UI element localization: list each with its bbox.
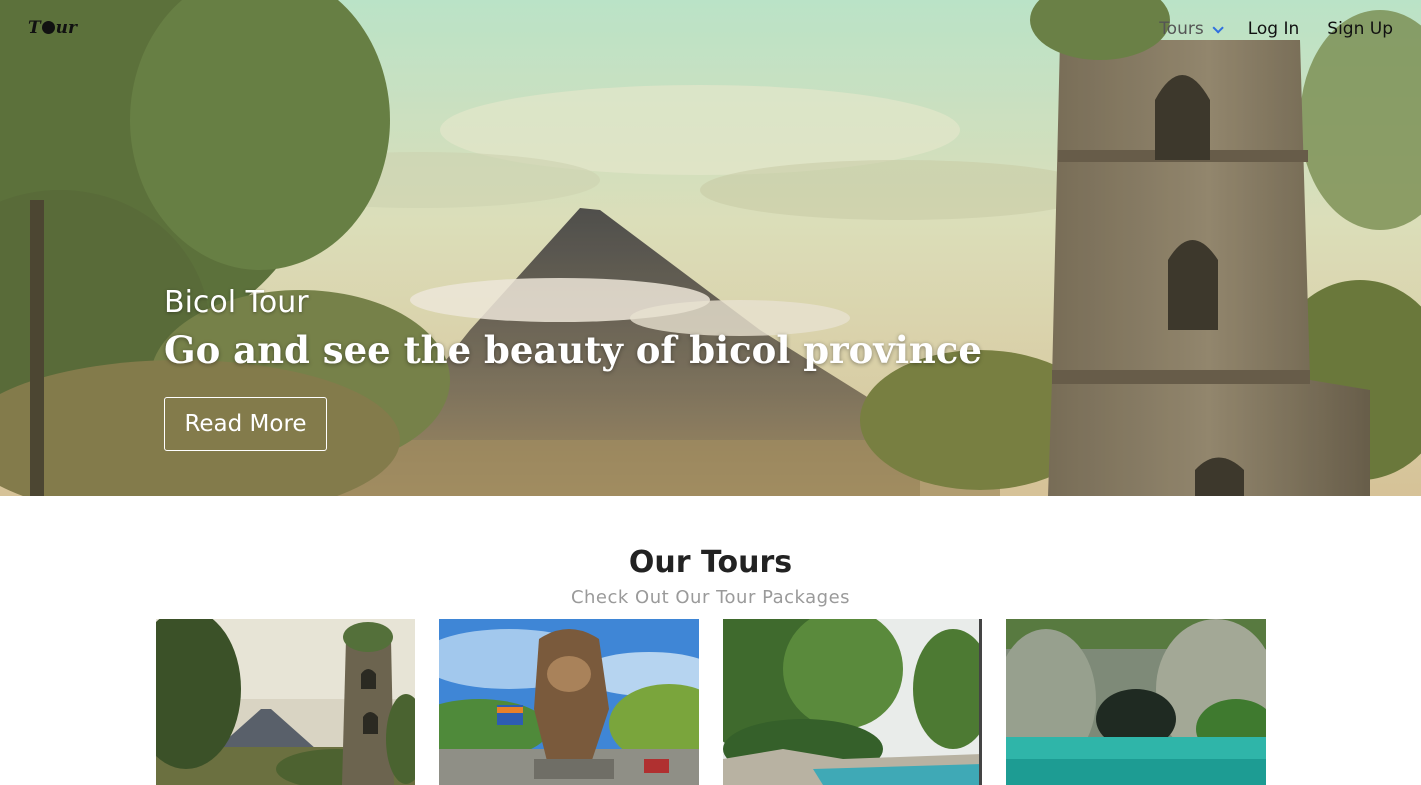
tours-section-subtitle: Check Out Our Tour Packages <box>570 587 851 608</box>
read-more-button[interactable]: Read More <box>164 397 327 451</box>
tour-card-image <box>156 619 415 785</box>
nav-tours-dropdown[interactable]: Tours <box>1159 19 1224 39</box>
tours-section-title: Our Tours <box>628 545 793 580</box>
nav-log-in[interactable]: Log In <box>1248 19 1300 39</box>
tour-card-2[interactable] <box>439 619 699 785</box>
tour-card-1[interactable] <box>156 619 415 785</box>
logo-o-mark <box>41 21 55 34</box>
nav-tours-label: Tours <box>1159 19 1204 39</box>
top-nav: Tours Log In Sign Up <box>1159 19 1393 39</box>
tour-card-3[interactable] <box>723 619 982 785</box>
hero-subtitle: Bicol Tour <box>164 285 309 320</box>
tour-card-image <box>439 619 699 785</box>
tour-card-image <box>723 619 982 785</box>
nav-sign-up[interactable]: Sign Up <box>1327 19 1393 39</box>
tour-card-image <box>1006 619 1266 785</box>
hero-title: Go and see the beauty of bicol province <box>164 328 982 372</box>
hero-banner: Tur Tours Log In Sign Up Bicol Tour Go a… <box>0 0 1421 496</box>
logo[interactable]: Tur <box>28 18 77 38</box>
chevron-down-icon <box>1212 22 1224 34</box>
tour-card-4[interactable] <box>1006 619 1266 785</box>
